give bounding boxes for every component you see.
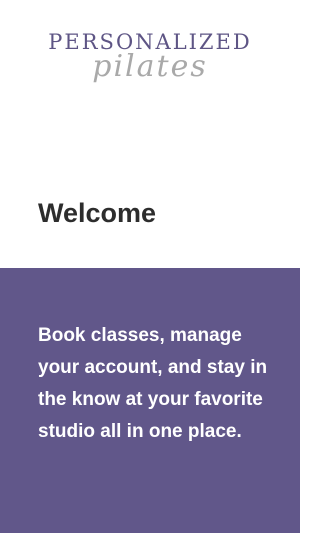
promo-tagline: Book classes, manage your account, and s… bbox=[38, 325, 268, 442]
page-title: Welcome bbox=[38, 198, 157, 228]
logo-script-text: pilates bbox=[92, 49, 208, 84]
header-panel: PERSONALIZED pilates Welcome bbox=[0, 0, 300, 268]
promo-panel: Book classes, manage your account, and s… bbox=[0, 268, 300, 533]
welcome-screen: PERSONALIZED pilates Welcome Book classe… bbox=[0, 0, 300, 533]
brand-logo: PERSONALIZED pilates bbox=[0, 30, 300, 90]
